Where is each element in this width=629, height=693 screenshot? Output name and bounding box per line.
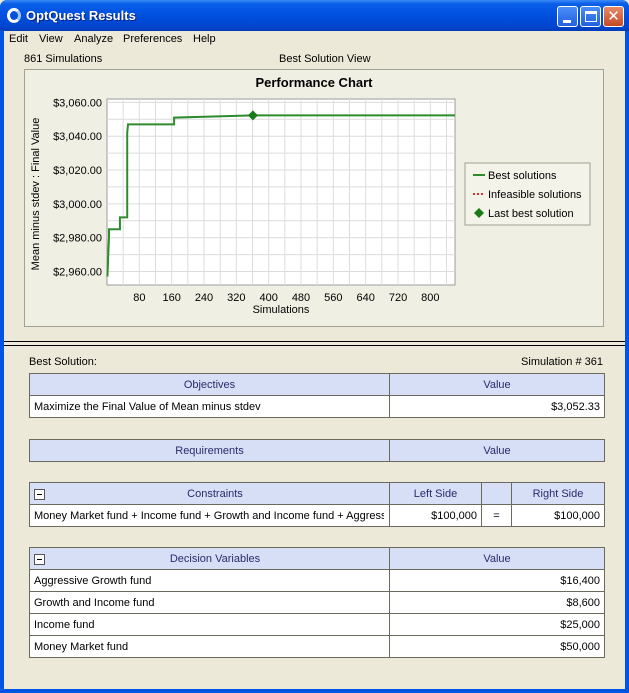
view-label: Best Solution View bbox=[279, 53, 371, 65]
constraints-table: Constraints Left Side Right Side Money M… bbox=[29, 482, 605, 527]
decision-variables-table: Decision Variables Value Aggressive Grow… bbox=[29, 547, 605, 658]
x-tick-label: 720 bbox=[389, 292, 407, 304]
chart-legend: Best solutions Infeasible solutions Last b… bbox=[464, 162, 591, 226]
x-tick-label: 80 bbox=[133, 292, 145, 304]
best-solution-label: Best Solution: bbox=[29, 356, 97, 368]
variable-value: $25,000 bbox=[389, 613, 605, 636]
operator-header bbox=[481, 482, 512, 505]
client-area: Edit View Analyze Preferences Help 861 S… bbox=[4, 31, 625, 689]
maximize-icon bbox=[585, 11, 597, 22]
x-tick-label: 240 bbox=[195, 292, 213, 304]
variable-value: $8,600 bbox=[389, 591, 605, 614]
constraint-name: Money Market fund + Income fund + Growth… bbox=[29, 504, 390, 527]
decision-variables-header: Decision Variables bbox=[169, 552, 261, 565]
x-axis-label: Simulations bbox=[253, 304, 310, 316]
menu-help[interactable]: Help bbox=[193, 33, 216, 45]
objectives-table: Objectives Value Maximize the Final Valu… bbox=[29, 373, 605, 418]
table-row[interactable]: Income fund $25,000 bbox=[29, 613, 605, 636]
simulations-count: 861 Simulations bbox=[24, 53, 103, 65]
variable-value: $50,000 bbox=[389, 635, 605, 658]
y-tick-label: $2,980.00 bbox=[53, 233, 102, 245]
table-row[interactable]: Maximize the Final Value of Mean minus s… bbox=[29, 395, 605, 418]
x-tick-label: 160 bbox=[162, 292, 180, 304]
minimize-icon bbox=[563, 20, 571, 23]
variable-name: Money Market fund bbox=[29, 635, 390, 658]
x-tick-label: 560 bbox=[324, 292, 342, 304]
menu-edit[interactable]: Edit bbox=[9, 33, 28, 45]
constraint-expression: Money Market fund + Income fund + Growth… bbox=[34, 509, 384, 522]
y-tick-label: $3,000.00 bbox=[53, 199, 102, 211]
objective-name: Maximize the Final Value of Mean minus s… bbox=[29, 395, 390, 418]
menu-preferences[interactable]: Preferences bbox=[123, 33, 182, 45]
table-row[interactable]: Growth and Income fund $8,600 bbox=[29, 591, 605, 614]
constraints-header: Constraints bbox=[187, 487, 243, 500]
menu-analyze[interactable]: Analyze bbox=[74, 33, 113, 45]
performance-chart-panel: Performance Chart $2,960.00 $2,980.00 $3,0… bbox=[24, 69, 604, 327]
menu-bar: Edit View Analyze Preferences Help bbox=[4, 31, 625, 49]
constraints-header-cell: Constraints bbox=[29, 482, 390, 505]
legend-label: Best solutions bbox=[488, 170, 557, 182]
requirements-value-header: Value bbox=[389, 439, 605, 462]
window-title: OptQuest Results bbox=[26, 8, 136, 23]
constraint-operator: = bbox=[481, 504, 512, 527]
minimize-button[interactable] bbox=[557, 6, 578, 27]
requirements-header: Requirements bbox=[29, 439, 390, 462]
y-tick-label: $3,060.00 bbox=[53, 97, 102, 109]
x-tick-label: 320 bbox=[227, 292, 245, 304]
close-icon: ✕ bbox=[607, 8, 620, 25]
table-row[interactable]: Money Market fund $50,000 bbox=[29, 635, 605, 658]
y-axis-label: Mean minus stdev : Final Value bbox=[30, 118, 42, 271]
collapse-icon[interactable] bbox=[34, 488, 45, 500]
performance-chart: $2,960.00 $2,980.00 $3,000.00 $3,020.00 $3,0… bbox=[30, 97, 591, 316]
collapse-icon[interactable] bbox=[34, 553, 45, 565]
constraint-right-value: $100,000 bbox=[511, 504, 605, 527]
close-button[interactable]: ✕ bbox=[603, 6, 624, 27]
optquest-window: OptQuest Results ✕ Edit View Analyze Pre… bbox=[0, 0, 629, 693]
variable-value: $16,400 bbox=[389, 569, 605, 592]
variable-name: Aggressive Growth fund bbox=[29, 569, 390, 592]
x-tick-label: 480 bbox=[292, 292, 310, 304]
y-tick-label: $3,020.00 bbox=[53, 165, 102, 177]
app-icon bbox=[7, 8, 21, 23]
left-side-header: Left Side bbox=[389, 482, 482, 505]
y-tick-label: $2,960.00 bbox=[53, 266, 102, 278]
objectives-header: Objectives bbox=[29, 373, 390, 396]
constraint-left-value: $100,000 bbox=[389, 504, 482, 527]
title-bar[interactable]: OptQuest Results ✕ bbox=[0, 0, 629, 31]
plot-area bbox=[106, 98, 456, 286]
objectives-value-header: Value bbox=[389, 373, 605, 396]
maximize-button[interactable] bbox=[580, 6, 601, 27]
results-section: Best Solution: Simulation # 361 Objectiv… bbox=[4, 346, 625, 689]
table-row[interactable]: Money Market fund + Income fund + Growth… bbox=[29, 504, 605, 527]
y-tick-label: $3,040.00 bbox=[53, 131, 102, 143]
menu-view[interactable]: View bbox=[39, 33, 63, 45]
x-tick-label: 800 bbox=[421, 292, 439, 304]
decision-variables-header-cell: Decision Variables bbox=[29, 547, 390, 570]
table-row[interactable]: Aggressive Growth fund $16,400 bbox=[29, 569, 605, 592]
objective-value: $3,052.33 bbox=[389, 395, 605, 418]
chart-section: 861 Simulations Best Solution View Perfo… bbox=[4, 49, 625, 341]
requirements-table: Requirements Value bbox=[29, 439, 605, 462]
legend-label: Last best solution bbox=[488, 208, 574, 220]
x-tick-label: 640 bbox=[356, 292, 374, 304]
legend-label: Infeasible solutions bbox=[488, 189, 582, 201]
simulation-number: Simulation # 361 bbox=[521, 356, 603, 368]
x-tick-label: 400 bbox=[259, 292, 277, 304]
decision-variables-value-header: Value bbox=[389, 547, 605, 570]
right-side-header: Right Side bbox=[511, 482, 605, 505]
variable-name: Income fund bbox=[29, 613, 390, 636]
variable-name: Growth and Income fund bbox=[29, 591, 390, 614]
